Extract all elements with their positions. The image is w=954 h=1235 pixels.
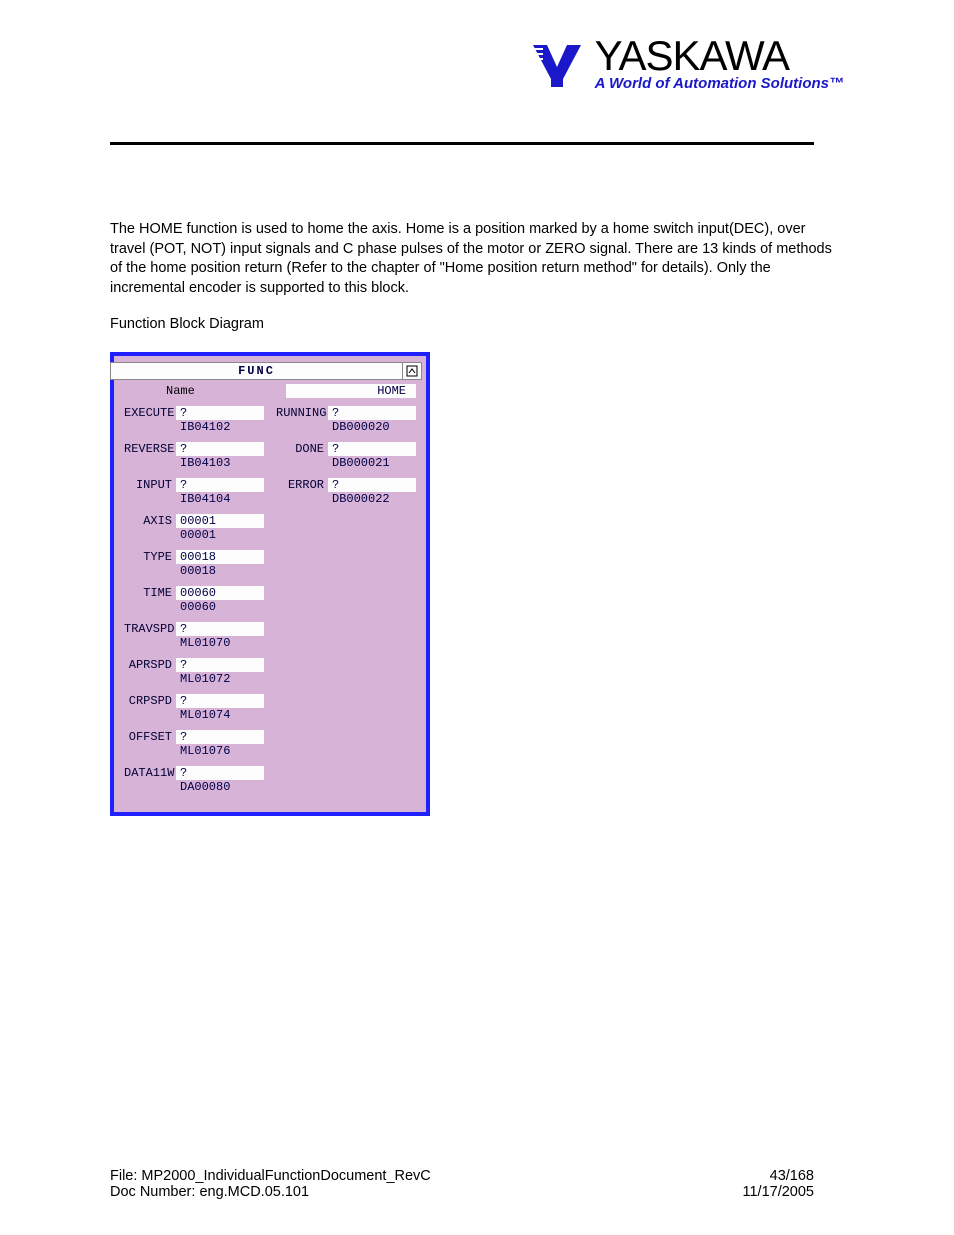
param-label: ERROR: [276, 478, 328, 506]
param-label: DATA11W: [124, 766, 176, 794]
param-address: DB000021: [328, 456, 416, 470]
param-address: 00018: [176, 564, 264, 578]
param-address: DB000020: [328, 420, 416, 434]
param-value: 00001: [176, 514, 264, 528]
param-label: REVERSE: [124, 442, 176, 470]
param-value: ?: [176, 658, 264, 672]
param-address: IB04103: [176, 456, 264, 470]
param-label: OFFSET: [124, 730, 176, 758]
param-label: EXECUTE: [124, 406, 176, 434]
param-value: ?: [328, 406, 416, 420]
yaskawa-logo-icon: [533, 45, 589, 87]
fb-row: OFFSET?ML01076: [124, 730, 416, 758]
logo-name: YASKAWA: [595, 35, 790, 77]
param-address: IB04104: [176, 492, 264, 506]
param-label: AXIS: [124, 514, 176, 542]
fb-row: INPUT?IB04104ERROR?DB000022: [124, 478, 416, 506]
fb-row: CRPSPD?ML01074: [124, 694, 416, 722]
fb-row: EXECUTE?IB04102RUNNING?DB000020: [124, 406, 416, 434]
param-label: TRAVSPD: [124, 622, 176, 650]
fb-name-label: Name: [124, 384, 286, 398]
footer-page: 43/168: [743, 1168, 815, 1184]
fb-row: APRSPD?ML01072: [124, 658, 416, 686]
param-address: ML01074: [176, 708, 264, 722]
param-label: INPUT: [124, 478, 176, 506]
footer-file: File: MP2000_IndividualFunctionDocument_…: [110, 1168, 431, 1184]
param-value: ?: [176, 730, 264, 744]
param-address: 00060: [176, 600, 264, 614]
param-address: ML01076: [176, 744, 264, 758]
param-address: DA00080: [176, 780, 264, 794]
function-block: FUNC Name HOME EXECUTE?IB04102RUNNING?DB…: [110, 352, 430, 816]
fb-row: TIME0006000060: [124, 586, 416, 614]
param-value: ?: [176, 622, 264, 636]
param-address: ML01070: [176, 636, 264, 650]
fb-row: TYPE0001800018: [124, 550, 416, 578]
param-label: APRSPD: [124, 658, 176, 686]
section-label: Function Block Diagram: [110, 316, 844, 332]
param-value: 00060: [176, 586, 264, 600]
param-value: ?: [176, 442, 264, 456]
param-value: ?: [176, 694, 264, 708]
param-label: DONE: [276, 442, 328, 470]
param-address: 00001: [176, 528, 264, 542]
fb-row: TRAVSPD?ML01070: [124, 622, 416, 650]
footer-date: 11/17/2005: [743, 1184, 815, 1200]
fb-title: FUNC: [110, 362, 403, 380]
page-footer: File: MP2000_IndividualFunctionDocument_…: [110, 1168, 814, 1200]
param-value: ?: [328, 478, 416, 492]
param-label: RUNNING: [276, 406, 328, 434]
fb-name-value: HOME: [286, 384, 416, 398]
param-value: ?: [176, 766, 264, 780]
expand-icon[interactable]: [403, 362, 422, 380]
body-paragraph: The HOME function is used to home the ax…: [110, 220, 844, 298]
page-header: YASKAWA A World of Automation Solutions™: [110, 35, 844, 92]
logo-tagline: A World of Automation Solutions™: [595, 75, 844, 92]
param-label: CRPSPD: [124, 694, 176, 722]
param-address: ML01072: [176, 672, 264, 686]
fb-row: REVERSE?IB04103DONE?DB000021: [124, 442, 416, 470]
fb-row: DATA11W?DA00080: [124, 766, 416, 794]
footer-doc: Doc Number: eng.MCD.05.101: [110, 1184, 431, 1200]
header-divider: [110, 142, 814, 145]
param-value: ?: [176, 478, 264, 492]
param-address: DB000022: [328, 492, 416, 506]
param-value: ?: [176, 406, 264, 420]
param-value: ?: [328, 442, 416, 456]
param-label: TYPE: [124, 550, 176, 578]
param-address: IB04102: [176, 420, 264, 434]
fb-row: AXIS0000100001: [124, 514, 416, 542]
param-value: 00018: [176, 550, 264, 564]
param-label: TIME: [124, 586, 176, 614]
logo: YASKAWA A World of Automation Solutions™: [533, 35, 844, 92]
